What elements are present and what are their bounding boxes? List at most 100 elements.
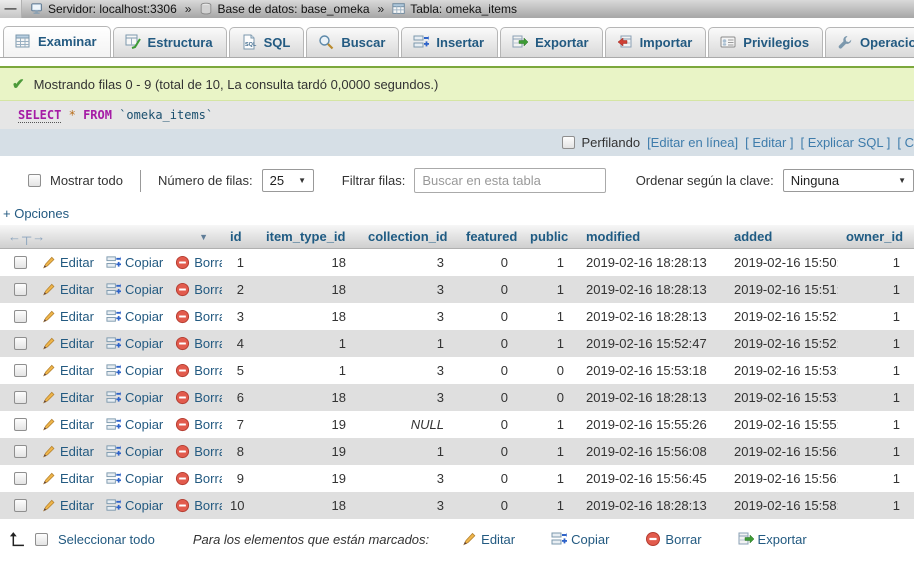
profiling-checkbox[interactable]	[562, 136, 575, 149]
row-edit-link[interactable]: Editar	[41, 255, 94, 270]
selected-export-link[interactable]: Exportar	[738, 531, 807, 547]
cell-modified[interactable]: 2019-02-16 18:28:13	[578, 249, 726, 276]
cell-collection-id[interactable]: 3	[360, 492, 458, 519]
cell-item-type-id[interactable]: 1	[258, 357, 360, 384]
cell-collection-id[interactable]: 3	[360, 384, 458, 411]
options-toggle-link[interactable]: + Opciones	[3, 206, 69, 221]
cell-featured[interactable]: 0	[458, 303, 522, 330]
row-checkbox[interactable]	[14, 256, 27, 269]
explain-sql-link[interactable]: [ Explicar SQL ]	[801, 135, 891, 150]
cell-owner-id[interactable]: 1	[838, 465, 914, 492]
row-edit-link[interactable]: Editar	[41, 363, 94, 378]
sort-key-select[interactable]: Ninguna ▼	[783, 169, 914, 192]
cell-owner-id[interactable]: 1	[838, 411, 914, 438]
row-copy-link[interactable]: Copiar	[106, 363, 163, 378]
cell-collection-id[interactable]: 1	[360, 438, 458, 465]
tab-privileges[interactable]: Privilegios	[708, 27, 823, 57]
cell-owner-id[interactable]: 1	[838, 276, 914, 303]
breadcrumb-table[interactable]: Tabla: omeka_items	[410, 2, 517, 16]
row-copy-link[interactable]: Copiar	[106, 390, 163, 405]
row-copy-link[interactable]: Copiar	[106, 309, 163, 324]
cell-featured[interactable]: 0	[458, 276, 522, 303]
cell-collection-id[interactable]: 3	[360, 276, 458, 303]
cell-added[interactable]: 2019-02-16 15:51:32	[726, 276, 838, 303]
row-copy-link[interactable]: Copiar	[106, 282, 163, 297]
cell-modified[interactable]: 2019-02-16 15:52:47	[578, 330, 726, 357]
create-php-link-cut[interactable]: [ C	[897, 135, 914, 150]
row-checkbox[interactable]	[14, 499, 27, 512]
cell-collection-id[interactable]: 3	[360, 357, 458, 384]
cell-featured[interactable]: 0	[458, 249, 522, 276]
cell-modified[interactable]: 2019-02-16 18:28:13	[578, 384, 726, 411]
sort-indicator-icon[interactable]: ▼	[199, 232, 208, 242]
row-copy-link[interactable]: Copiar	[106, 417, 163, 432]
row-copy-link[interactable]: Copiar	[106, 336, 163, 351]
cell-id[interactable]: 9	[222, 465, 258, 492]
cell-item-type-id[interactable]: 18	[258, 303, 360, 330]
row-checkbox[interactable]	[14, 337, 27, 350]
cell-item-type-id[interactable]: 18	[258, 276, 360, 303]
cell-item-type-id[interactable]: 19	[258, 438, 360, 465]
tab-import[interactable]: Importar	[605, 27, 707, 57]
cell-public[interactable]: 1	[522, 465, 578, 492]
cell-id[interactable]: 10	[222, 492, 258, 519]
row-copy-link[interactable]: Copiar	[106, 255, 163, 270]
selected-edit-link[interactable]: Editar	[461, 531, 515, 547]
cell-modified[interactable]: 2019-02-16 18:28:13	[578, 303, 726, 330]
row-checkbox[interactable]	[14, 364, 27, 377]
cell-featured[interactable]: 0	[458, 384, 522, 411]
filter-rows-input[interactable]	[414, 168, 606, 193]
row-delete-link[interactable]: Borrar	[175, 498, 222, 513]
cell-id[interactable]: 6	[222, 384, 258, 411]
column-header-public[interactable]: public	[522, 225, 578, 249]
cell-owner-id[interactable]: 1	[838, 357, 914, 384]
inline-edit-link[interactable]: [Editar en línea]	[647, 135, 738, 150]
selected-delete-link[interactable]: Borrar	[645, 531, 701, 547]
tab-browse[interactable]: Examinar	[3, 26, 111, 57]
cell-featured[interactable]: 0	[458, 411, 522, 438]
cell-id[interactable]: 8	[222, 438, 258, 465]
column-header-added[interactable]: added	[726, 225, 838, 249]
cell-owner-id[interactable]: 1	[838, 303, 914, 330]
cell-modified[interactable]: 2019-02-16 15:55:26	[578, 411, 726, 438]
row-delete-link[interactable]: Borrar	[175, 282, 222, 297]
cell-modified[interactable]: 2019-02-16 15:53:18	[578, 357, 726, 384]
rows-count-select[interactable]: 25 ▼	[262, 169, 314, 192]
row-checkbox[interactable]	[14, 310, 27, 323]
cell-added[interactable]: 2019-02-16 15:52:47	[726, 330, 838, 357]
cell-featured[interactable]: 0	[458, 438, 522, 465]
row-edit-link[interactable]: Editar	[41, 444, 94, 459]
row-checkbox[interactable]	[14, 283, 27, 296]
column-header-id[interactable]: id	[222, 225, 258, 249]
cell-item-type-id[interactable]: 1	[258, 330, 360, 357]
row-delete-link[interactable]: Borrar	[175, 417, 222, 432]
row-copy-link[interactable]: Copiar	[106, 444, 163, 459]
cell-modified[interactable]: 2019-02-16 15:56:45	[578, 465, 726, 492]
cell-item-type-id[interactable]: 19	[258, 465, 360, 492]
cell-featured[interactable]: 0	[458, 357, 522, 384]
row-edit-link[interactable]: Editar	[41, 498, 94, 513]
tab-structure[interactable]: Estructura	[113, 27, 227, 57]
row-edit-link[interactable]: Editar	[41, 390, 94, 405]
cell-public[interactable]: 1	[522, 411, 578, 438]
cell-owner-id[interactable]: 1	[838, 384, 914, 411]
cell-public[interactable]: 1	[522, 276, 578, 303]
cell-public[interactable]: 1	[522, 330, 578, 357]
row-copy-link[interactable]: Copiar	[106, 471, 163, 486]
breadcrumb-server[interactable]: Servidor: localhost:3306	[48, 2, 177, 16]
cell-added[interactable]: 2019-02-16 15:53:18	[726, 357, 838, 384]
cell-added[interactable]: 2019-02-16 15:56:45	[726, 465, 838, 492]
cell-added[interactable]: 2019-02-16 15:53:58	[726, 384, 838, 411]
cell-owner-id[interactable]: 1	[838, 438, 914, 465]
row-edit-link[interactable]: Editar	[41, 309, 94, 324]
cell-item-type-id[interactable]: 18	[258, 249, 360, 276]
cell-modified[interactable]: 2019-02-16 15:56:08	[578, 438, 726, 465]
cell-added[interactable]: 2019-02-16 15:56:08	[726, 438, 838, 465]
cell-added[interactable]: 2019-02-16 15:52:13	[726, 303, 838, 330]
column-header-owner-id[interactable]: owner_id	[838, 225, 914, 249]
row-checkbox[interactable]	[14, 445, 27, 458]
cell-owner-id[interactable]: 1	[838, 249, 914, 276]
cell-item-type-id[interactable]: 18	[258, 492, 360, 519]
column-header-item-type-id[interactable]: item_type_id	[258, 225, 360, 249]
cell-owner-id[interactable]: 1	[838, 492, 914, 519]
